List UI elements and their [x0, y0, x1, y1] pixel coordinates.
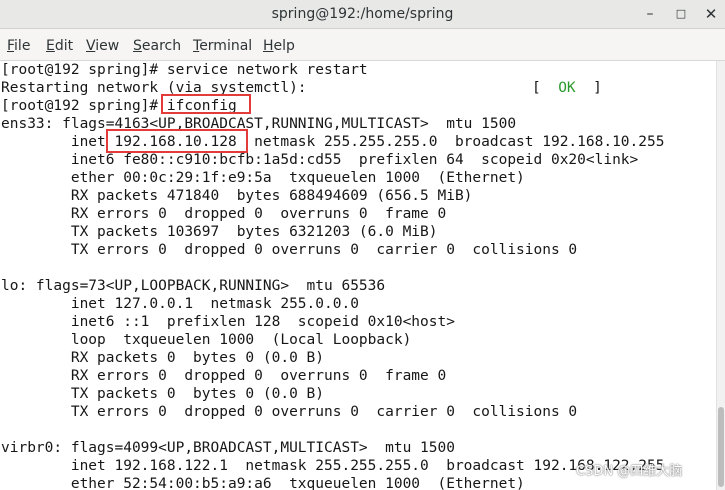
terminal-output[interactable]: [root@192 spring]# service network resta…	[0, 61, 725, 490]
menu-search[interactable]: Search	[133, 37, 181, 55]
status-ok-badge: [ OK ]	[532, 80, 602, 96]
terminal-line: TX packets 103697 bytes 6321203 (6.0 MiB…	[1, 224, 438, 240]
terminal-line: inet 192.168.122.1 netmask 255.255.255.0…	[1, 458, 665, 474]
terminal-line: loop txqueuelen 1000 (Local Loopback)	[1, 332, 412, 348]
terminal-line: ether 00:0c:29:1f:e9:5a txqueuelen 1000 …	[1, 170, 525, 186]
scrollbar-thumb[interactable]	[718, 407, 724, 487]
menu-file[interactable]: File	[7, 37, 30, 55]
terminal-line: inet 127.0.0.1 netmask 255.0.0.0	[1, 296, 359, 312]
menu-bar: File Edit View Search Terminal Help	[0, 29, 725, 61]
terminal-line: inet 192.168.10.128 netmask 255.255.255.…	[1, 134, 665, 150]
terminal-line: virbr0: flags=4099<UP,BROADCAST,MULTICAS…	[1, 440, 455, 456]
terminal-scrollbar[interactable]	[716, 61, 725, 490]
terminal-line: TX packets 0 bytes 0 (0.0 B)	[1, 386, 325, 402]
terminal-line: RX packets 471840 bytes 688494609 (656.5…	[1, 188, 473, 204]
terminal-line: inet6 fe80::c910:bcfb:1a5d:cd55 prefixle…	[1, 152, 639, 168]
terminal-line: TX errors 0 dropped 0 overruns 0 carrier…	[1, 404, 578, 420]
terminal-line: TX errors 0 dropped 0 overruns 0 carrier…	[1, 242, 578, 258]
terminal-line: ether 52:54:00:b5:a9:a6 txqueuelen 1000 …	[1, 476, 525, 490]
terminal-line: lo: flags=73<UP,LOOPBACK,RUNNING> mtu 65…	[1, 278, 386, 294]
close-icon[interactable]: ✕	[700, 4, 722, 24]
menu-view[interactable]: View	[86, 37, 119, 55]
menu-edit[interactable]: Edit	[46, 37, 73, 55]
terminal-line: [root@192 spring]# service network resta…	[1, 62, 368, 78]
minimize-icon[interactable]: –	[639, 4, 661, 24]
terminal-line: ens33: flags=4163<UP,BROADCAST,RUNNING,M…	[1, 116, 517, 132]
terminal-line: inet6 ::1 prefixlen 128 scopeid 0x10<hos…	[1, 314, 455, 330]
ip-address-highlight-box	[106, 129, 248, 153]
menu-help[interactable]: Help	[263, 37, 295, 55]
menu-terminal[interactable]: Terminal	[193, 37, 252, 55]
maximize-icon[interactable]: □	[670, 4, 692, 24]
ifconfig-highlight-box	[161, 94, 251, 114]
window-title: spring@192:/home/spring	[271, 6, 454, 22]
terminal-line: Restarting network (via systemctl):	[1, 80, 307, 96]
terminal-window: spring@192:/home/spring – □ ✕ File Edit …	[0, 0, 725, 490]
terminal-line: RX errors 0 dropped 0 overruns 0 frame 0	[1, 206, 447, 222]
title-bar[interactable]: spring@192:/home/spring – □ ✕	[0, 0, 725, 29]
terminal-line: RX errors 0 dropped 0 overruns 0 frame 0	[1, 368, 447, 384]
terminal-line: RX packets 0 bytes 0 (0.0 B)	[1, 350, 325, 366]
watermark: CSDN @四维大脑	[576, 464, 683, 479]
